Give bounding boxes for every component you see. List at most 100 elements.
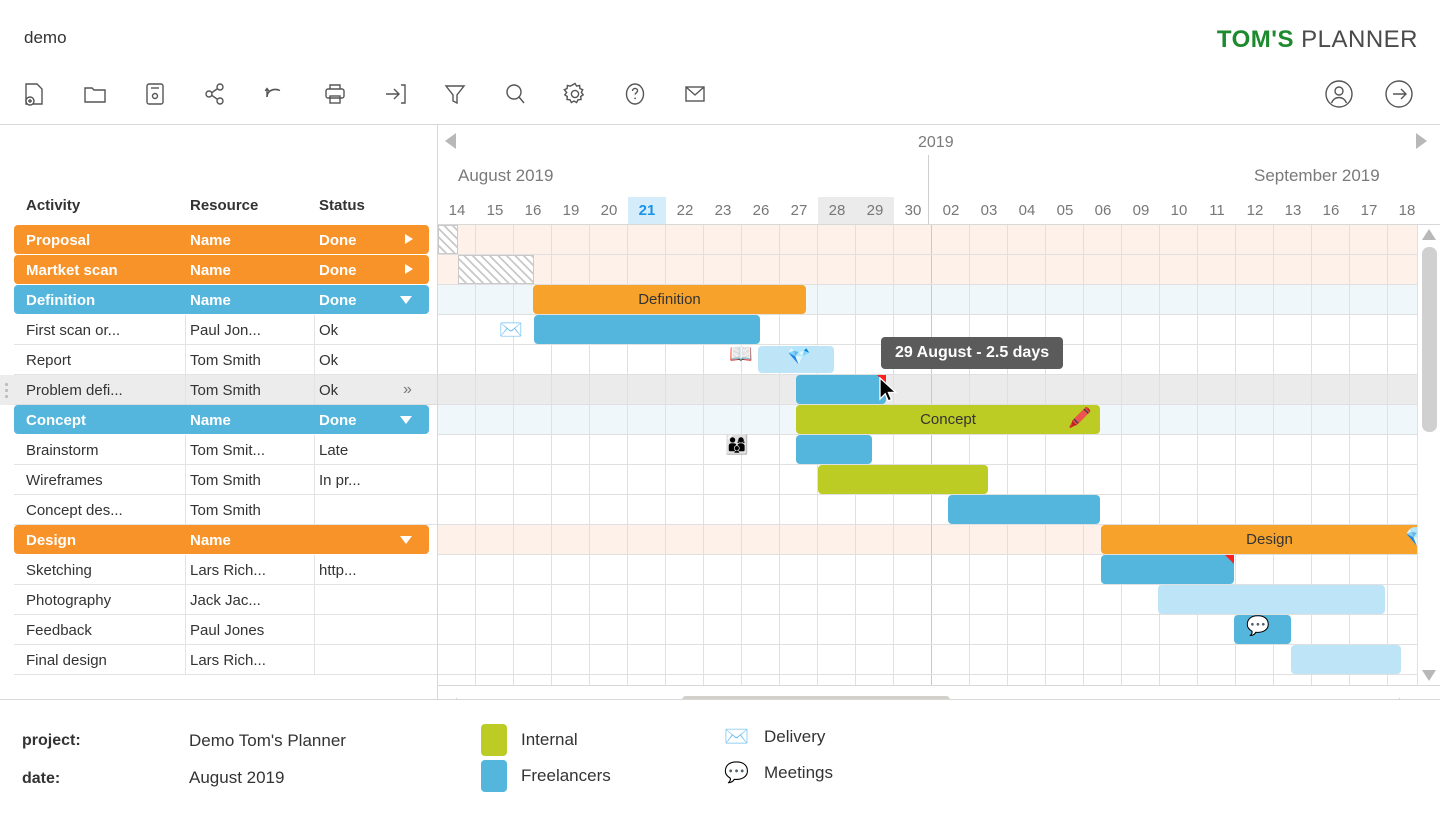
day-column-header[interactable]: 06 (1084, 197, 1122, 225)
cell-resource: Name (190, 291, 231, 309)
day-column-header[interactable]: 1 (1426, 197, 1440, 225)
table-row[interactable]: First scan or... Paul Jon... Ok (0, 315, 437, 345)
day-column-header[interactable]: 27 (780, 197, 818, 225)
search-icon[interactable] (502, 74, 562, 114)
table-row[interactable]: Sketching Lars Rich... http... (0, 555, 437, 585)
day-column-header[interactable]: 14 (438, 197, 476, 225)
table-row[interactable]: Report Tom Smith Ok (0, 345, 437, 375)
gantt-bar[interactable] (818, 465, 988, 494)
gantt-bar-concept[interactable]: Concept (796, 405, 1100, 434)
open-folder-icon[interactable] (82, 74, 142, 114)
day-column-header[interactable]: 28 (818, 197, 856, 225)
cell-status: Done (319, 261, 357, 279)
gantt-bar-label: Design (1246, 531, 1293, 548)
cell-resource: Paul Jones (190, 621, 265, 639)
column-header-activity: Activity (26, 197, 81, 214)
day-column-header[interactable]: 04 (1008, 197, 1046, 225)
mail-icon[interactable] (682, 74, 742, 114)
cell-resource: Tom Smith (190, 471, 261, 489)
row-grid-line (438, 674, 1440, 675)
table-row[interactable]: Final design Lars Rich... (0, 645, 437, 675)
cell-status (319, 585, 399, 615)
table-row[interactable]: Feedback Paul Jones (0, 615, 437, 645)
day-column-header[interactable]: 18 (1388, 197, 1426, 225)
table-row[interactable]: Photography Jack Jac... (0, 585, 437, 615)
day-column-header[interactable]: 05 (1046, 197, 1084, 225)
print-icon[interactable] (322, 74, 382, 114)
chevron-down-icon[interactable] (400, 416, 412, 424)
chevron-right-icon[interactable] (405, 264, 413, 274)
filter-icon[interactable] (442, 74, 502, 114)
chevron-right-icon[interactable] (405, 234, 413, 244)
day-column-header[interactable]: 16 (1312, 197, 1350, 225)
gantt-bar-design[interactable]: Design (1101, 525, 1438, 554)
table-row[interactable]: Problem defi... Tom Smith Ok » (0, 375, 437, 405)
day-column-header[interactable]: 16 (514, 197, 552, 225)
gem-icon[interactable]: 💎 (787, 347, 811, 366)
book-icon[interactable]: 📖 (729, 345, 753, 364)
day-column-header[interactable]: 13 (1274, 197, 1312, 225)
save-icon[interactable] (142, 74, 202, 114)
day-column-header[interactable]: 03 (970, 197, 1008, 225)
row-overflow-icon[interactable]: » (403, 381, 412, 399)
gantt-bar[interactable] (1291, 645, 1401, 674)
gantt-bar-label: Concept (920, 411, 976, 428)
envelope-icon[interactable]: ✉️ (499, 321, 523, 340)
vertical-scrollbar[interactable] (1417, 225, 1440, 685)
day-column-header[interactable]: 20 (590, 197, 628, 225)
day-column-header[interactable]: 19 (552, 197, 590, 225)
people-icon[interactable]: 👨‍👩‍👦 (725, 436, 749, 455)
day-column-header[interactable]: 26 (742, 197, 780, 225)
project-label: project: (22, 732, 81, 749)
table-row[interactable]: Proposal Name Done (0, 225, 437, 255)
logout-arrow-icon[interactable] (1380, 74, 1418, 114)
timeline-next-arrow[interactable] (1416, 133, 1427, 149)
table-row[interactable]: Concept Name Done (0, 405, 437, 435)
gantt-bar[interactable] (534, 315, 760, 344)
settings-gear-icon[interactable] (562, 74, 622, 114)
table-row[interactable]: Martket scan Name Done (0, 255, 437, 285)
bar-resize-handle[interactable] (1225, 555, 1234, 564)
timeline-prev-arrow[interactable] (445, 133, 456, 149)
day-column-header[interactable]: 30 (894, 197, 932, 225)
cell-status: In pr... (319, 471, 361, 489)
help-icon[interactable] (622, 74, 682, 114)
vertical-scroll-thumb[interactable] (1422, 247, 1437, 432)
collapsed-group-hatch-bar[interactable] (458, 255, 534, 284)
day-column-header[interactable]: 09 (1122, 197, 1160, 225)
gantt-bar[interactable] (948, 495, 1100, 524)
chevron-down-icon[interactable] (400, 296, 412, 304)
collapsed-group-hatch-bar[interactable] (438, 225, 458, 254)
gantt-bar[interactable] (1158, 585, 1385, 614)
chevron-down-icon[interactable] (400, 536, 412, 544)
column-divider (185, 615, 186, 645)
day-column-header[interactable]: 12 (1236, 197, 1274, 225)
day-column-header-today[interactable]: 21 (628, 197, 666, 225)
day-column-header[interactable]: 22 (666, 197, 704, 225)
table-row[interactable]: Definition Name Done (0, 285, 437, 315)
day-column-header[interactable]: 29 (856, 197, 894, 225)
day-column-header[interactable]: 17 (1350, 197, 1388, 225)
new-document-icon[interactable] (22, 74, 82, 114)
table-row[interactable]: Design Name (0, 525, 437, 555)
day-column-header[interactable]: 23 (704, 197, 742, 225)
scroll-up-arrow[interactable] (1422, 229, 1436, 240)
table-row[interactable]: Wireframes Tom Smith In pr... (0, 465, 437, 495)
day-column-header[interactable]: 02 (932, 197, 970, 225)
gantt-bar-selected[interactable] (796, 375, 886, 404)
table-row[interactable]: Concept des... Tom Smith (0, 495, 437, 525)
legend-item-internal: Internal (481, 724, 578, 756)
undo-icon[interactable] (262, 74, 322, 114)
user-account-icon[interactable] (1320, 74, 1358, 114)
gantt-bar-definition[interactable]: Definition (533, 285, 806, 314)
scroll-down-arrow[interactable] (1422, 670, 1436, 681)
table-row[interactable]: Brainstorm Tom Smit... Late (0, 435, 437, 465)
export-icon[interactable] (382, 74, 442, 114)
day-column-header[interactable]: 11 (1198, 197, 1236, 225)
day-column-header[interactable]: 10 (1160, 197, 1198, 225)
cell-status: Done (319, 231, 357, 249)
gantt-bar[interactable] (796, 435, 872, 464)
share-icon[interactable] (202, 74, 262, 114)
day-column-header[interactable]: 15 (476, 197, 514, 225)
gantt-bar[interactable] (1101, 555, 1234, 584)
